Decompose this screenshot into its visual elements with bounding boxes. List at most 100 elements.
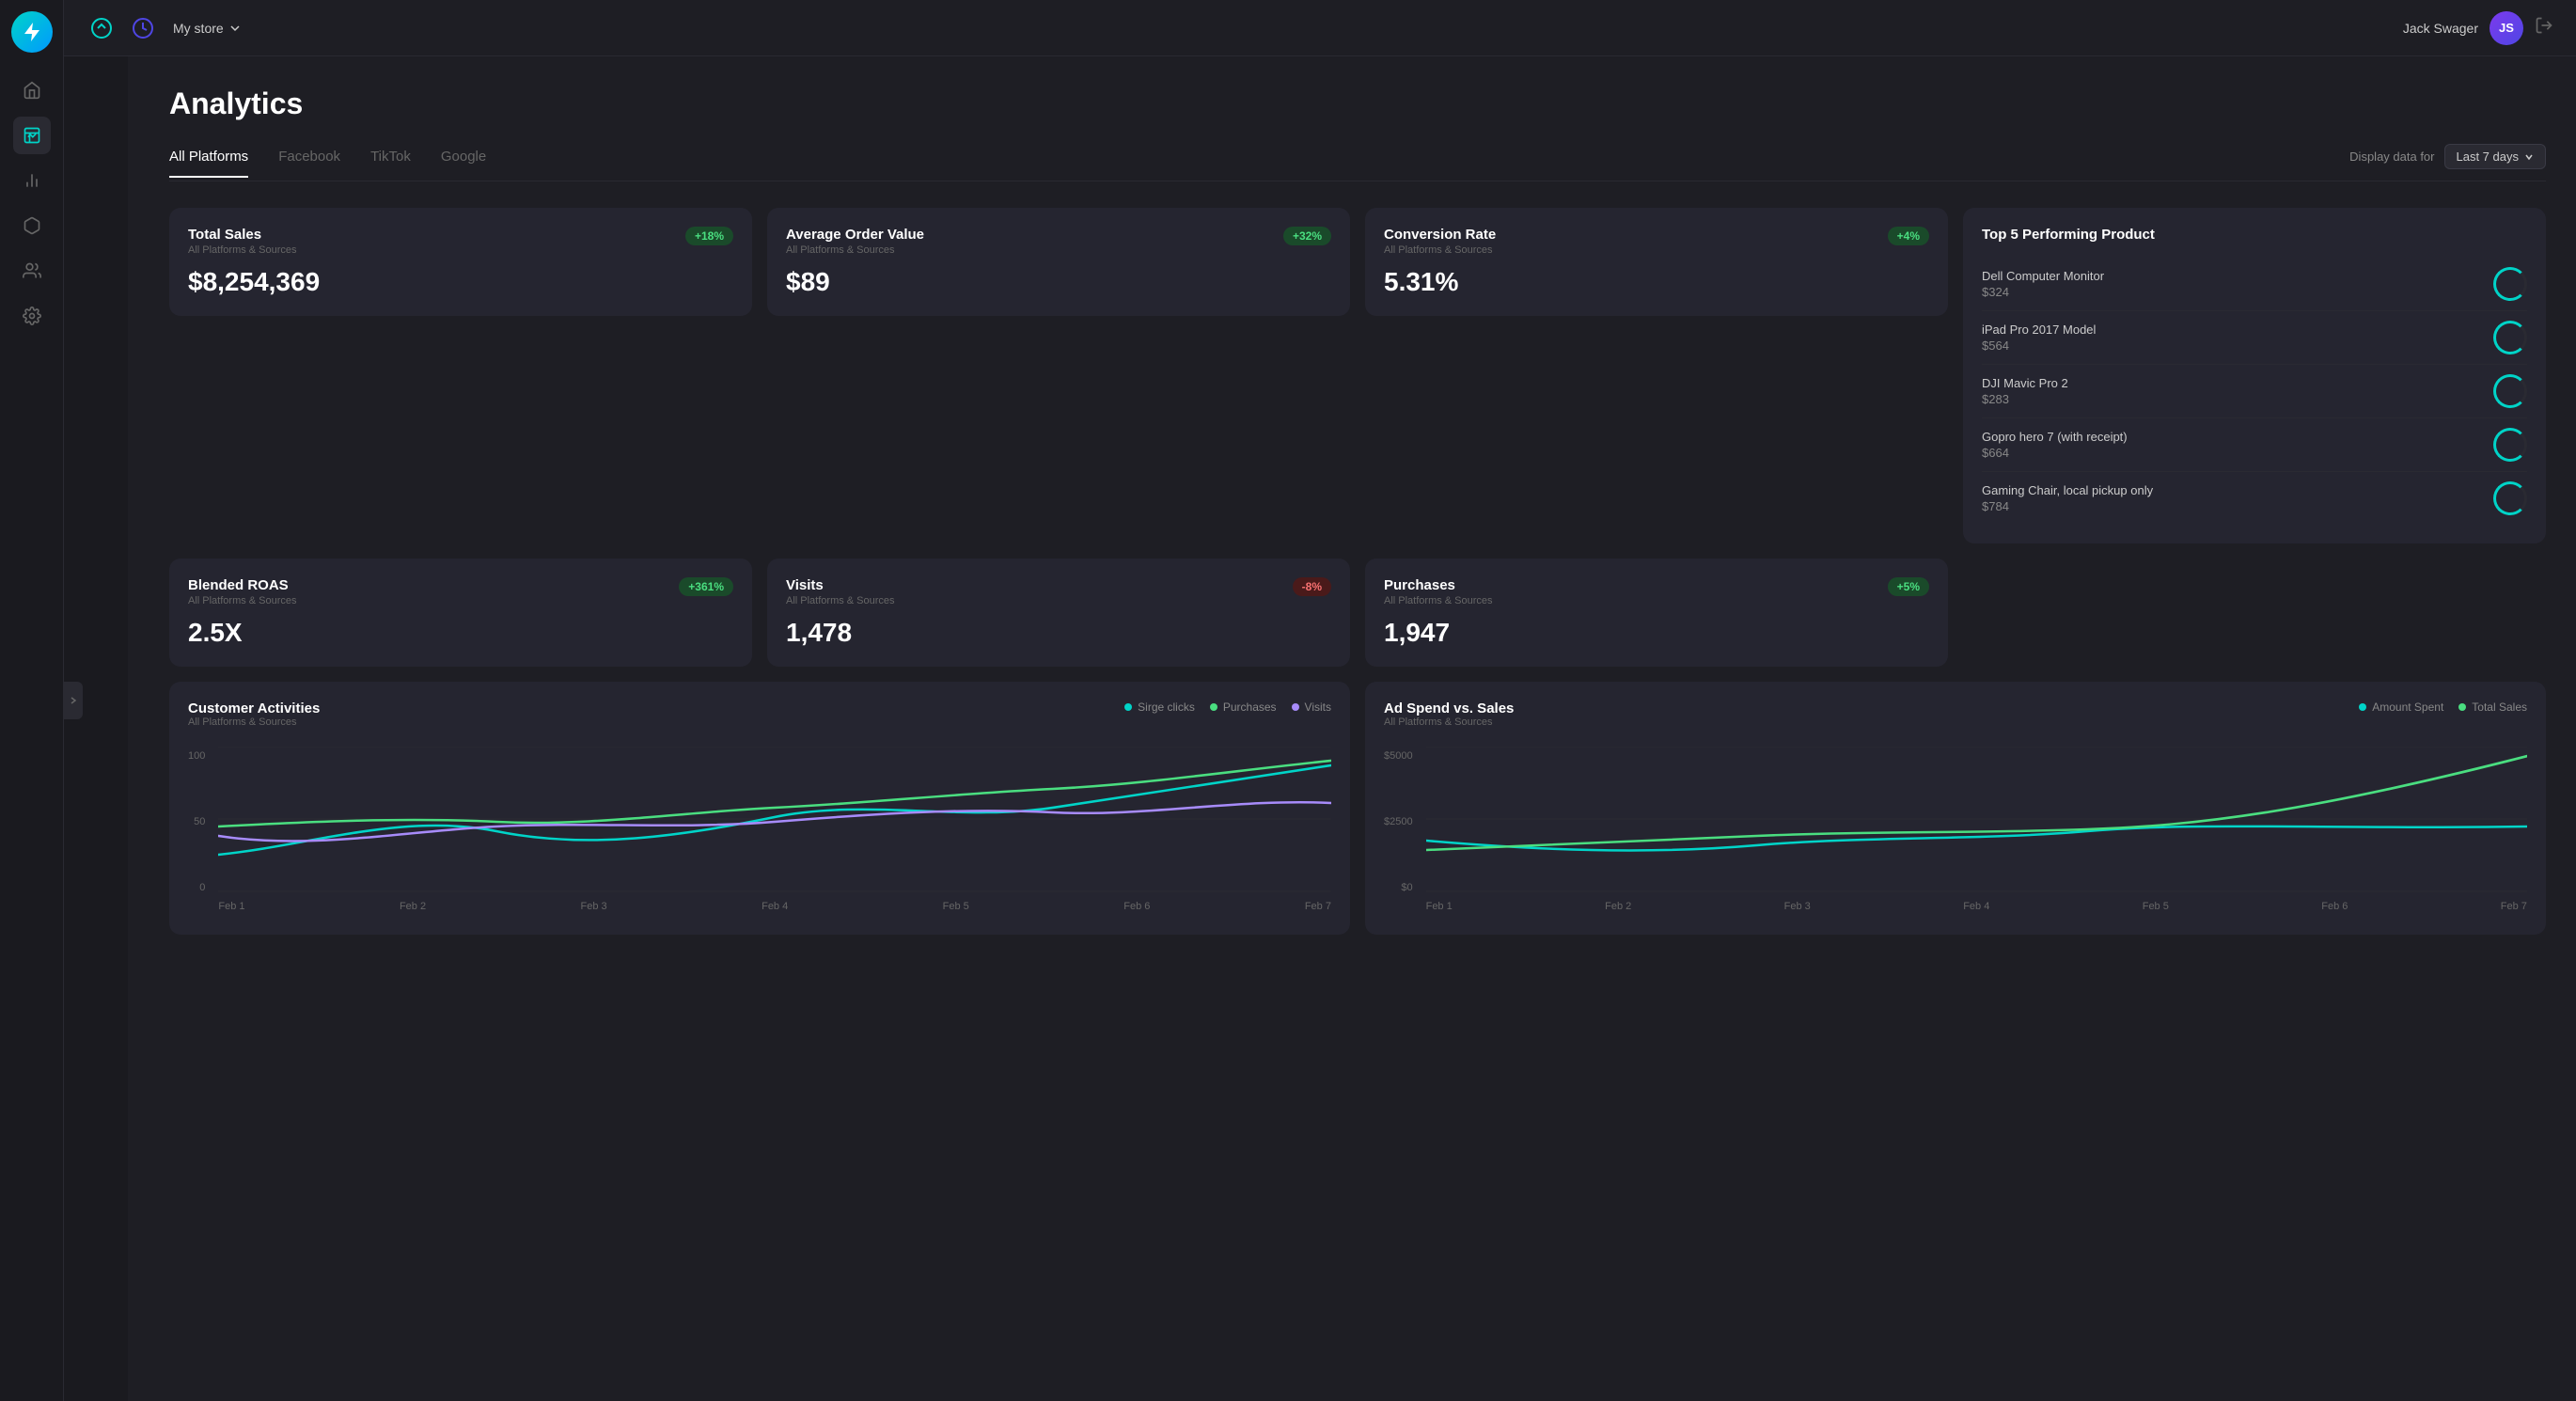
top5-item-4-icon (2493, 428, 2527, 462)
tab-google[interactable]: Google (441, 149, 486, 178)
charts-row: Customer Activities All Platforms & Sour… (169, 682, 2546, 935)
top5-item-5: Gaming Chair, local pickup only $784 (1982, 472, 2527, 525)
ad-x-label-feb3: Feb 3 (1784, 901, 1811, 912)
tab-all-platforms[interactable]: All Platforms (169, 149, 248, 178)
legend-purchases: Purchases (1210, 700, 1277, 714)
sidebar-item-analytics[interactable] (13, 117, 51, 154)
visits-badge: -8% (1293, 577, 1331, 596)
page-title: Analytics (169, 87, 2546, 121)
analytics-icon[interactable] (86, 13, 117, 43)
customer-activities-title: Customer Activities (188, 700, 320, 716)
top5-card: Top 5 Performing Product Dell Computer M… (1963, 208, 2546, 543)
total-sales-badge: +18% (685, 227, 733, 245)
y-label-0: 0 (199, 882, 205, 893)
blended-roas-title: Blended ROAS (188, 577, 297, 593)
sidebar-item-reports[interactable] (13, 162, 51, 199)
legend-sirge: Sirge clicks (1124, 700, 1195, 714)
ad-x-label-feb6: Feb 6 (2321, 901, 2348, 912)
top5-item-1-price: $324 (1982, 285, 2104, 299)
sidebar-toggle[interactable] (64, 682, 83, 719)
top5-item-5-name: Gaming Chair, local pickup only (1982, 483, 2153, 497)
blended-roas-value: 2.5X (188, 618, 733, 648)
x-label-feb2: Feb 2 (400, 901, 426, 912)
customer-activities-subtitle: All Platforms & Sources (188, 716, 320, 728)
x-label-feb3: Feb 3 (581, 901, 607, 912)
top5-item-3: DJI Mavic Pro 2 $283 (1982, 365, 2527, 418)
conversion-value: 5.31% (1384, 267, 1929, 297)
legend-total-sales: Total Sales (2458, 700, 2527, 714)
sidebar (0, 0, 64, 1401)
purchases-value: 1,947 (1384, 618, 1929, 648)
logout-icon[interactable] (2535, 16, 2553, 39)
legend-visits: Visits (1292, 700, 1331, 714)
sidebar-item-users[interactable] (13, 252, 51, 290)
ad-spend-subtitle: All Platforms & Sources (1384, 716, 1514, 728)
top5-item-2-icon (2493, 321, 2527, 354)
sidebar-item-products[interactable] (13, 207, 51, 244)
top5-item-5-icon (2493, 481, 2527, 515)
purchases-subtitle: All Platforms & Sources (1384, 595, 1493, 606)
blended-roas-subtitle: All Platforms & Sources (188, 595, 297, 606)
y-label-5000: $5000 (1384, 750, 1413, 762)
customer-activities-legend: Sirge clicks Purchases Visits (1124, 700, 1331, 714)
tabs-bar: All Platforms Facebook TikTok Google Dis… (169, 144, 2546, 181)
ad-x-label-feb1: Feb 1 (1426, 901, 1453, 912)
ad-x-label-feb5: Feb 5 (2143, 901, 2169, 912)
store-selector[interactable]: My store (173, 21, 241, 36)
top5-item-4: Gopro hero 7 (with receipt) $664 (1982, 418, 2527, 472)
user-avatar: JS (2490, 11, 2523, 45)
top5-item-4-price: $664 (1982, 446, 2128, 460)
total-sales-value: $8,254,369 (188, 267, 733, 297)
ad-x-label-feb4: Feb 4 (1963, 901, 1989, 912)
ad-x-label-feb7: Feb 7 (2501, 901, 2527, 912)
purchases-badge: +5% (1888, 577, 1929, 596)
tab-facebook[interactable]: Facebook (278, 149, 340, 178)
ad-spend-legend: Amount Spent Total Sales (2359, 700, 2527, 714)
legend-amount-spent-dot (2359, 703, 2366, 711)
topbar-icons (86, 13, 158, 43)
legend-visits-dot (1292, 703, 1299, 711)
sidebar-item-settings[interactable] (13, 297, 51, 335)
top5-item-5-price: $784 (1982, 499, 2153, 513)
top5-item-2: iPad Pro 2017 Model $564 (1982, 311, 2527, 365)
y-label-0-adspend: $0 (1401, 882, 1412, 893)
top5-item-1-icon (2493, 267, 2527, 301)
tab-tiktok[interactable]: TikTok (370, 149, 411, 178)
top5-item-2-price: $564 (1982, 338, 2096, 353)
x-label-feb1: Feb 1 (218, 901, 244, 912)
customer-activities-chart: Customer Activities All Platforms & Sour… (169, 682, 1350, 935)
avg-order-value: $89 (786, 267, 1331, 297)
legend-purchases-dot (1210, 703, 1217, 711)
purchases-title: Purchases (1384, 577, 1493, 593)
top5-item-4-name: Gopro hero 7 (with receipt) (1982, 430, 2128, 444)
avg-order-badge: +32% (1283, 227, 1331, 245)
avg-order-subtitle: All Platforms & Sources (786, 244, 924, 256)
visits-card: Visits All Platforms & Sources -8% 1,478 (767, 559, 1350, 667)
user-name: Jack Swager (2403, 21, 2478, 36)
conversion-card: Conversion Rate All Platforms & Sources … (1365, 208, 1948, 316)
ad-spend-svg (1426, 747, 2527, 892)
x-label-feb5: Feb 5 (943, 901, 969, 912)
legend-total-sales-dot (2458, 703, 2466, 711)
top5-item-3-name: DJI Mavic Pro 2 (1982, 376, 2068, 390)
conversion-badge: +4% (1888, 227, 1929, 245)
top5-item-1: Dell Computer Monitor $324 (1982, 258, 2527, 311)
refresh-icon[interactable] (128, 13, 158, 43)
app-logo[interactable] (11, 11, 53, 53)
y-label-2500: $2500 (1384, 816, 1413, 827)
legend-sirge-dot (1124, 703, 1132, 711)
top5-item-2-name: iPad Pro 2017 Model (1982, 323, 2096, 337)
sidebar-item-home[interactable] (13, 71, 51, 109)
top5-item-3-price: $283 (1982, 392, 2068, 406)
x-label-feb6: Feb 6 (1123, 901, 1150, 912)
date-filter[interactable]: Last 7 days (2444, 144, 2547, 169)
visits-title: Visits (786, 577, 895, 593)
x-label-feb4: Feb 4 (762, 901, 788, 912)
purchases-card: Purchases All Platforms & Sources +5% 1,… (1365, 559, 1948, 667)
avg-order-title: Average Order Value (786, 227, 924, 243)
conversion-subtitle: All Platforms & Sources (1384, 244, 1496, 256)
top5-item-1-name: Dell Computer Monitor (1982, 269, 2104, 283)
main-content: Analytics All Platforms Facebook TikTok … (128, 56, 2576, 1401)
topbar-left: My store (86, 13, 241, 43)
top5-item-3-icon (2493, 374, 2527, 408)
